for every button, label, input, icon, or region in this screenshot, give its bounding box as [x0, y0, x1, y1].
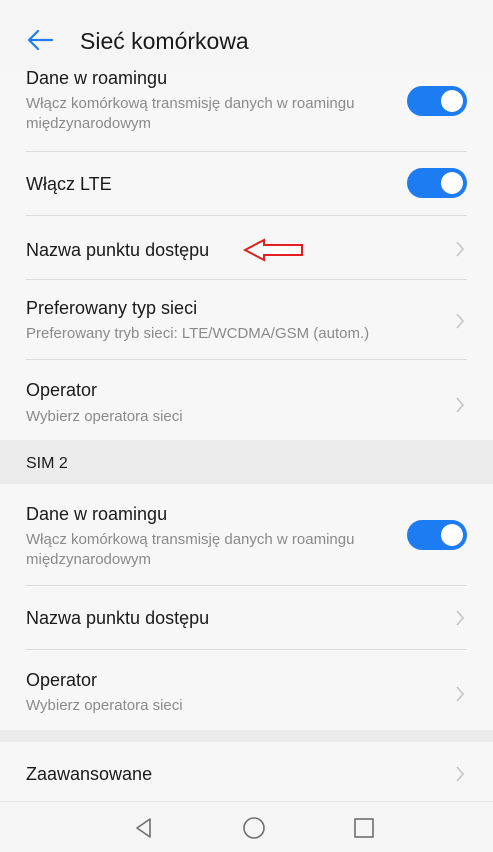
red-arrow-annotation-icon	[242, 238, 303, 262]
back-triangle-icon	[136, 818, 151, 838]
toggle-knob	[441, 524, 463, 546]
row-label: Operator	[26, 670, 98, 690]
row-subtitle: Włącz komórkową transmisję danych w roam…	[26, 531, 355, 568]
sim2-section-header: SIM 2	[0, 440, 493, 484]
row-label: Operator	[26, 380, 98, 400]
chevron-right-icon	[453, 310, 467, 332]
row-subtitle: Preferowany tryb sieci: LTE/WCDMA/GSM (a…	[26, 325, 370, 342]
sim1-card: Dane w roamingu Włącz komórkową transmis…	[0, 68, 493, 440]
section-title: SIM 2	[26, 455, 68, 472]
chevron-right-icon	[453, 394, 467, 416]
chevron-right-icon	[453, 607, 467, 629]
row-subtitle: Wybierz operatora sieci	[26, 697, 183, 714]
chevron-right-icon	[453, 238, 467, 260]
row-label: Zaawansowane	[26, 764, 153, 784]
toggle-knob	[441, 172, 463, 194]
advanced-row[interactable]: Zaawansowane	[26, 742, 467, 805]
sim1-lte-toggle[interactable]	[407, 168, 467, 198]
app-bar: Sieć komórkowa	[0, 0, 493, 72]
row-label: Nazwa punktu dostępu	[26, 240, 210, 260]
sim1-apn-row[interactable]: Nazwa punktu dostępu	[26, 216, 467, 280]
row-label: Dane w roamingu	[26, 68, 168, 88]
chevron-right-icon	[453, 763, 467, 785]
row-subtitle: Włącz komórkową transmisję danych w roam…	[26, 95, 355, 132]
chevron-right-icon	[453, 683, 467, 705]
row-subtitle: Wybierz operatora sieci	[26, 408, 183, 425]
page-title: Sieć komórkowa	[80, 28, 249, 54]
sim2-card: Dane w roamingu Włącz komórkową transmis…	[0, 484, 493, 730]
system-nav-bar	[0, 801, 493, 852]
sim2-roaming-row[interactable]: Dane w roamingu Włącz komórkową transmis…	[26, 484, 467, 586]
row-label: Preferowany typ sieci	[26, 298, 198, 318]
sim1-lte-row[interactable]: Włącz LTE	[26, 152, 467, 216]
back-button[interactable]	[22, 26, 58, 54]
recents-square-icon	[354, 818, 374, 838]
home-circle-icon	[243, 817, 265, 839]
sim1-roaming-toggle[interactable]	[407, 86, 467, 116]
settings-list: Dane w roamingu Włącz komórkową transmis…	[0, 68, 493, 805]
toggle-knob	[441, 90, 463, 112]
sim1-roaming-row[interactable]: Dane w roamingu Włącz komórkową transmis…	[26, 68, 467, 152]
nav-back-button[interactable]	[131, 815, 157, 841]
nav-recents-button[interactable]	[351, 815, 377, 841]
sim1-operator-row[interactable]: Operator Wybierz operatora sieci	[26, 360, 467, 440]
sim2-apn-row[interactable]: Nazwa punktu dostępu	[26, 586, 467, 650]
sim1-network-type-row[interactable]: Preferowany typ sieci Preferowany tryb s…	[26, 280, 467, 360]
row-label: Włącz LTE	[26, 174, 112, 194]
row-label: Nazwa punktu dostępu	[26, 608, 210, 628]
section-divider	[0, 730, 493, 742]
nav-home-button[interactable]	[241, 815, 267, 841]
advanced-card: Zaawansowane	[0, 742, 493, 805]
sim2-roaming-toggle[interactable]	[407, 520, 467, 550]
sim2-operator-row[interactable]: Operator Wybierz operatora sieci	[26, 650, 467, 730]
row-label: Dane w roamingu	[26, 504, 168, 524]
arrow-left-icon	[27, 29, 54, 51]
